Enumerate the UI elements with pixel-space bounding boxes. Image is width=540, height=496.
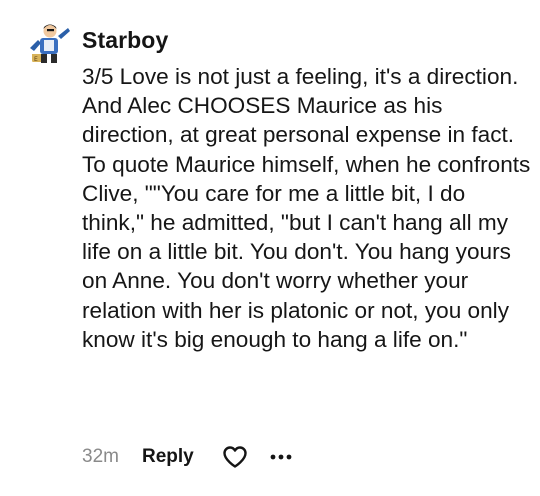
comment-body: 3/5 Love is not just a feeling, it's a d… [82, 64, 537, 352]
heart-outline-icon [223, 446, 247, 468]
comment-timestamp: 32m [82, 446, 119, 467]
avatar-character-icon: E [24, 18, 74, 68]
ellipsis-icon [270, 454, 292, 460]
reply-button[interactable]: Reply [142, 446, 224, 468]
more-options-button[interactable] [266, 442, 296, 472]
svg-text:E: E [34, 56, 38, 63]
comment-actions: 32m Reply [82, 440, 296, 474]
comment-card: E Starboy 3/5 Love is not just a feeling… [0, 0, 540, 496]
avatar[interactable]: E [24, 18, 74, 68]
like-button[interactable] [218, 440, 252, 474]
comment-username[interactable]: Starboy [82, 27, 168, 54]
